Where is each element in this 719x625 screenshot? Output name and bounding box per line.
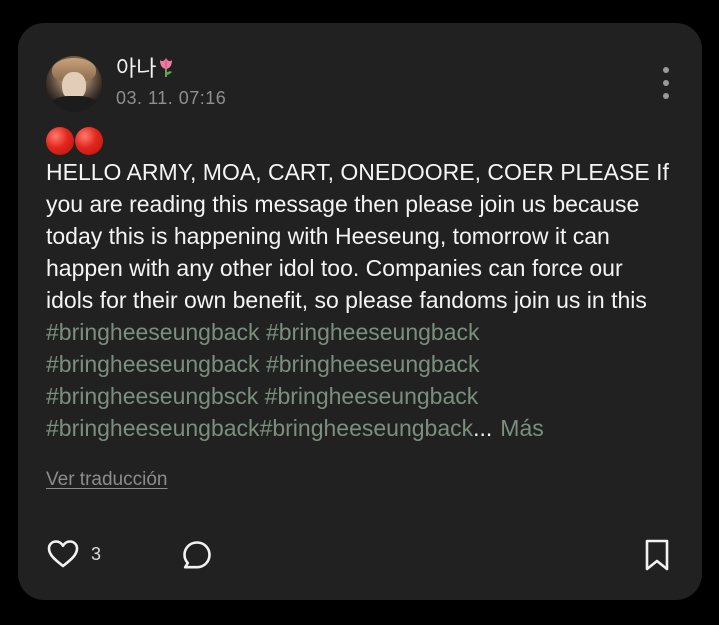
post-timestamp: 03. 11. 07:16 — [116, 88, 227, 108]
hashtag-link[interactable]: #bringheeseungbsck — [46, 383, 258, 409]
bookmark-icon[interactable] — [642, 538, 672, 572]
hashtag-link[interactable]: #bringheeseungback — [260, 415, 474, 441]
heart-icon[interactable] — [46, 537, 80, 571]
tulip-icon — [160, 58, 173, 77]
username[interactable]: 아나 — [116, 56, 174, 84]
more-dot — [663, 80, 669, 86]
more-dot — [663, 67, 669, 73]
emoji-prefix — [46, 127, 103, 157]
hashtag-link[interactable]: #bringheeseungback — [46, 415, 260, 441]
post-card: 아나 03. 11. 07:16 HELLO ARMY, MOA, CART, … — [18, 23, 702, 600]
post-body-text: HELLO ARMY, MOA, CART, ONEDOORE, COER PL… — [46, 159, 669, 313]
post-body: HELLO ARMY, MOA, CART, ONEDOORE, COER PL… — [46, 156, 676, 444]
username-text: 아나 — [116, 57, 157, 82]
like-count: 3 — [91, 544, 102, 564]
red-circle-icon — [75, 127, 103, 155]
more-options-icon[interactable] — [654, 65, 678, 101]
more-dot — [663, 93, 669, 99]
comment-icon[interactable] — [181, 539, 213, 571]
hashtag-link[interactable]: #bringheeseungback — [266, 319, 480, 345]
hashtag-link[interactable]: #bringheeseungback — [46, 319, 260, 345]
truncation-ellipsis: ... — [473, 415, 493, 441]
see-translation-link[interactable]: Ver traducción — [46, 468, 167, 492]
show-more-link[interactable]: Más — [500, 415, 543, 441]
hashtag-link[interactable]: #bringheeseungback — [265, 383, 479, 409]
red-circle-icon — [46, 127, 74, 155]
hashtag-link[interactable]: #bringheeseungback — [266, 351, 480, 377]
avatar-body — [50, 96, 98, 112]
avatar[interactable] — [46, 56, 102, 112]
hashtag-link[interactable]: #bringheeseungback — [46, 351, 260, 377]
